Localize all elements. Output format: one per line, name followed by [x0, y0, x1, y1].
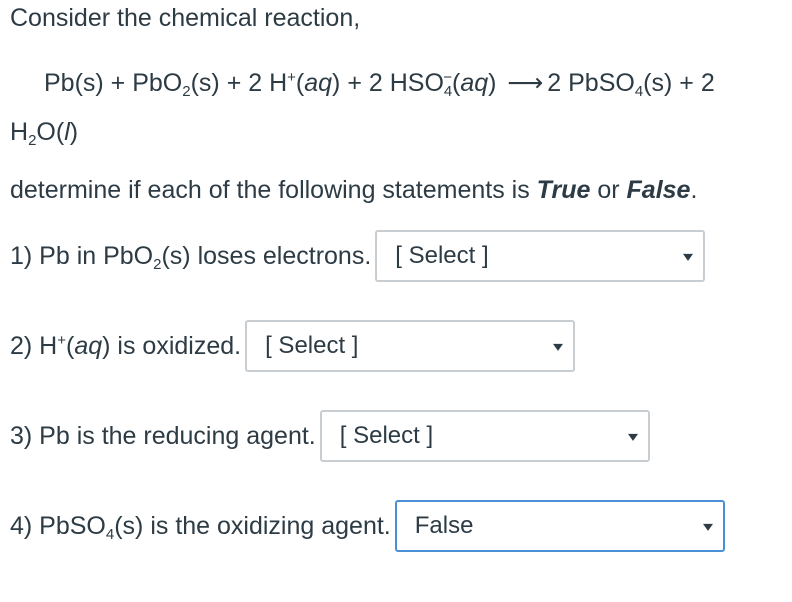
statement-3-text: 3) Pb is the reducing agent. — [10, 422, 316, 450]
selected-value: False — [414, 512, 474, 539]
statement-2-text: 2) H+(aq) is oxidized. — [10, 332, 242, 360]
selected-value: [ Select ] — [395, 242, 489, 269]
caret-down-icon — [553, 343, 564, 351]
quiz-question: Consider the chemical reaction, Pb(s) + … — [0, 0, 792, 602]
equation-line-1: Pb(s) + PbO2(s) + 2 H+(aq) + 2 HSO4−(aq)… — [44, 65, 715, 101]
selected-value: [ Select ] — [339, 422, 434, 449]
statement-1: 1) Pb in PbO2(s) loses electrons. [ Sele… — [10, 230, 706, 282]
caret-down-icon — [627, 433, 638, 441]
statement-4-select[interactable]: False — [394, 500, 725, 552]
statement-1-text: 1) Pb in PbO2(s) loses electrons. — [10, 242, 372, 273]
statement-1-select[interactable]: [ Select ] — [375, 230, 706, 282]
statement-3: 3) Pb is the reducing agent. [ Select ] — [10, 410, 650, 462]
instruction-text: determine if each of the following state… — [10, 176, 698, 204]
statement-2: 2) H+(aq) is oxidized. [ Select ] — [10, 320, 576, 372]
caret-down-icon — [702, 523, 713, 531]
statement-2-select[interactable]: [ Select ] — [245, 320, 576, 372]
intro-text: Consider the chemical reaction, — [10, 4, 361, 32]
reaction-arrow: ⟶ — [507, 69, 544, 97]
statement-3-select[interactable]: [ Select ] — [319, 410, 650, 462]
selected-value: [ Select ] — [265, 332, 359, 359]
statement-4: 4) PbSO4(s) is the oxidizing agent. Fals… — [10, 500, 725, 552]
equation-line-2: H2O(l) — [10, 118, 79, 149]
caret-down-icon — [683, 253, 694, 261]
statement-4-text: 4) PbSO4(s) is the oxidizing agent. — [10, 512, 391, 543]
